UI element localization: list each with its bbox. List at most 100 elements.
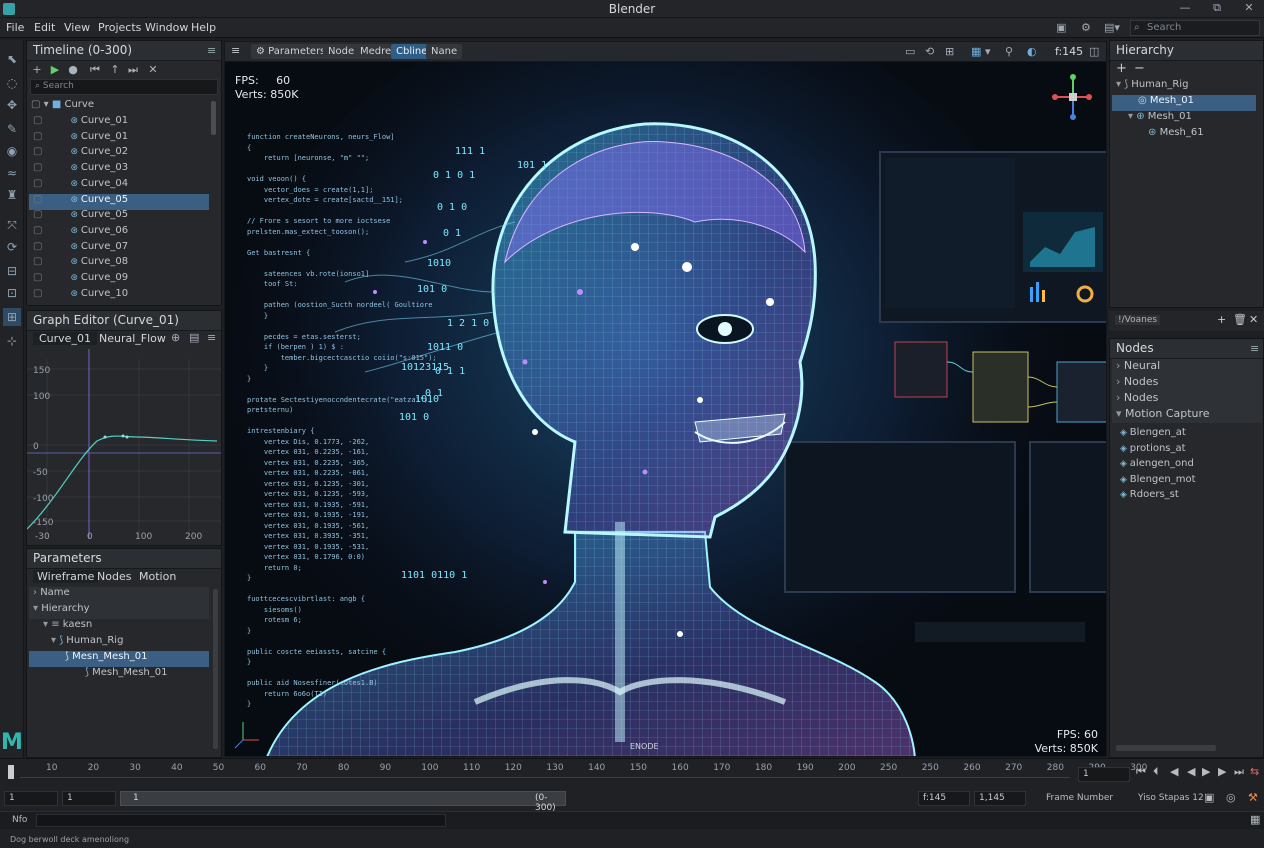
play-icon[interactable]: ▶	[46, 61, 64, 79]
curve-list-item[interactable]: ▢ ⊛ Curve_05	[29, 193, 209, 210]
record-icon[interactable]: ●	[64, 61, 82, 79]
jump-start-icon[interactable]: ⏮	[1136, 765, 1146, 779]
tab-nodes[interactable]: Nodes	[93, 570, 135, 583]
panel-menu-icon[interactable]: ≡	[1250, 342, 1259, 355]
start-frame-field[interactable]: 1	[4, 791, 58, 806]
node-group-neural[interactable]: › Neural	[1112, 359, 1262, 375]
checkbox-icon[interactable]: ▢	[33, 194, 42, 205]
frame-a-field[interactable]: f:145	[918, 791, 970, 806]
scrollbar-thumb[interactable]	[211, 101, 216, 135]
reverse-icon[interactable]: ◀	[1170, 765, 1178, 778]
tab-motion[interactable]: Motion	[135, 570, 180, 583]
menu-view[interactable]: View	[64, 21, 90, 34]
curve-list-item[interactable]: ▢ ⊛ Curve_01	[29, 115, 209, 131]
3d-viewport[interactable]: ≡ ⚙ Parameters Node Medre Cbline Nane ▭ …	[224, 41, 1107, 757]
rig-tool-icon[interactable]: ⤧	[3, 216, 21, 234]
layout-icon[interactable]: ▣	[1056, 21, 1066, 34]
bend-tool-icon[interactable]: ⟳	[3, 238, 21, 256]
add-icon[interactable]: +	[1217, 313, 1226, 326]
sphere-tool-icon[interactable]: ◉	[3, 142, 21, 160]
checkbox-icon[interactable]: ▢	[33, 288, 42, 299]
workspace-icon[interactable]: ▤▾	[1104, 21, 1120, 34]
range-slider[interactable]: 1 (0-300)	[120, 791, 566, 813]
graph-canvas[interactable]: 150 100 0 -50 -100 -150 -30 0 100 200	[27, 349, 221, 545]
info-input[interactable]	[36, 814, 446, 827]
tab-curve-01[interactable]: Curve_01	[33, 332, 97, 345]
node-tool-icon[interactable]: ⊞	[3, 308, 21, 326]
checkbox-icon[interactable]: ▢	[33, 272, 42, 283]
scrollbar-thumb[interactable]	[213, 589, 218, 749]
prev-key-icon[interactable]: ⏴	[1153, 765, 1159, 779]
trash-icon[interactable]: 🗑	[1233, 313, 1247, 326]
param-row-name[interactable]: › Name	[29, 587, 209, 603]
menu-file[interactable]: File	[6, 21, 24, 34]
views-label[interactable]: !/Voanes	[1115, 315, 1161, 325]
checkbox-icon[interactable]: ▢	[33, 178, 42, 189]
curve-list-item[interactable]: ▢ ⊛ Curve_05	[29, 209, 209, 225]
curve-list-item[interactable]: ▢ ⊛ Curve_01	[29, 131, 209, 147]
tab-neural-flow[interactable]: Neural_Flow	[93, 332, 172, 345]
node-list-item[interactable]: ◈ protions_at	[1120, 443, 1260, 459]
frame-tool-icon[interactable]: ⊟	[3, 262, 21, 280]
tab-wireframe[interactable]: Wireframe	[33, 570, 99, 583]
param-row-hierarchy[interactable]: ▾ Hierarchy	[29, 603, 209, 619]
curve-list-item[interactable]: ▢ ⊛ Curve_03	[29, 162, 209, 178]
curve-list-item[interactable]: ▢ ⊛ Curve_02	[29, 146, 209, 162]
panel-menu-icon[interactable]: ≡	[207, 44, 216, 57]
graph-tool-icon[interactable]: ⊡	[3, 284, 21, 302]
param-row-mesh-selected[interactable]: ⟆ Mesn_Mesh_01	[29, 651, 209, 667]
param-row-human-rig[interactable]: ▾ ⟆ Human_Rig	[51, 635, 209, 651]
checkbox-icon[interactable]: ▢	[33, 146, 42, 157]
checkbox-icon[interactable]: ▢	[33, 225, 42, 236]
jump-end-icon[interactable]: ⏭	[1234, 765, 1244, 779]
timeline-track[interactable]	[20, 777, 1070, 785]
param-row-kaesn[interactable]: ▾ ≡ kaesn	[43, 619, 209, 635]
arrow-up-icon[interactable]: ↑	[106, 61, 124, 79]
curve-list-item[interactable]: ▢ ⊛ Curve_07	[29, 241, 209, 257]
curve-list-item[interactable]: ▢ ⊛ Curve_10	[29, 288, 209, 304]
node-list-item[interactable]: ◈ Rdoers_st	[1120, 489, 1260, 505]
menu-projects[interactable]: Projects	[98, 21, 141, 34]
tools-icon[interactable]: ✕	[1249, 313, 1258, 326]
keyframe-icon[interactable]: ⚒	[1248, 791, 1258, 804]
calendar-icon[interactable]: ▦	[1250, 813, 1260, 826]
node-group-nodes[interactable]: › Nodes	[1112, 375, 1262, 391]
end-frame-field[interactable]: 1	[62, 791, 116, 806]
play-reverse-icon[interactable]: ◀	[1187, 765, 1195, 778]
paint-tool-icon[interactable]: ♜	[3, 186, 21, 204]
node-list-item[interactable]: ◈ alengen_ond	[1120, 458, 1260, 474]
scrollbar-thumb[interactable]	[1116, 745, 1216, 751]
timeline-ruler[interactable]: 10 20 30 40 50 60 70 80 90 100 110 120 130 140 150 160 1…	[0, 759, 1147, 779]
next-key-icon[interactable]: ▶	[1218, 765, 1226, 778]
select-tool-icon[interactable]: ⬉	[3, 50, 21, 68]
frame-b-field[interactable]: 1,145	[974, 791, 1026, 806]
wave-tool-icon[interactable]: ≈	[3, 164, 21, 182]
node-list-item[interactable]: ◈ Blengen_at	[1120, 427, 1260, 443]
hier-item-human-rig[interactable]: ▾ ⟆ Human_Rig	[1116, 79, 1256, 95]
menu-help[interactable]: Help	[191, 21, 216, 34]
checkbox-icon[interactable]: ▢	[33, 209, 42, 220]
close-button[interactable]: ✕	[1238, 1, 1260, 16]
move-tool-icon[interactable]: ✥	[3, 96, 21, 114]
network-tool-icon[interactable]: ⊹	[3, 332, 21, 350]
curve-list-item[interactable]: ▢ ⊛ Curve_04	[29, 178, 209, 194]
tree-folder-curve[interactable]: ▢ ▾ ■ Curve	[31, 99, 211, 115]
checkbox-icon[interactable]: ▢	[33, 241, 42, 252]
menu-window[interactable]: Window	[145, 21, 188, 34]
timeline-search-input[interactable]: ⌕ Search	[30, 79, 218, 95]
collapse-icon[interactable]: ▾	[44, 99, 52, 110]
checkbox-icon[interactable]: ▢	[33, 256, 42, 267]
hier-item-mesh-61[interactable]: ⊛ Mesh_61	[1148, 127, 1256, 143]
param-row-mesh[interactable]: ⟆ Mesh_Mesh_01	[85, 667, 209, 683]
node-group-motion-capture[interactable]: ▾ Motion Capture	[1112, 407, 1262, 423]
checkbox-icon[interactable]: ▢	[31, 99, 44, 110]
curve-list-item[interactable]: ▢ ⊛ Curve_08	[29, 256, 209, 272]
node-group-nodes-2[interactable]: › Nodes	[1112, 391, 1262, 407]
checkbox-icon[interactable]: ▢	[33, 131, 42, 142]
jump-start-icon[interactable]: ⏮	[86, 61, 104, 79]
hier-item-mesh[interactable]: ▾ ⊕ Mesh_01	[1128, 111, 1256, 127]
add-icon[interactable]: +	[1116, 61, 1127, 76]
add-icon[interactable]: +	[28, 61, 46, 79]
current-frame-field[interactable]: 1	[1078, 767, 1130, 782]
options-icon[interactable]: ▣	[1204, 791, 1214, 804]
